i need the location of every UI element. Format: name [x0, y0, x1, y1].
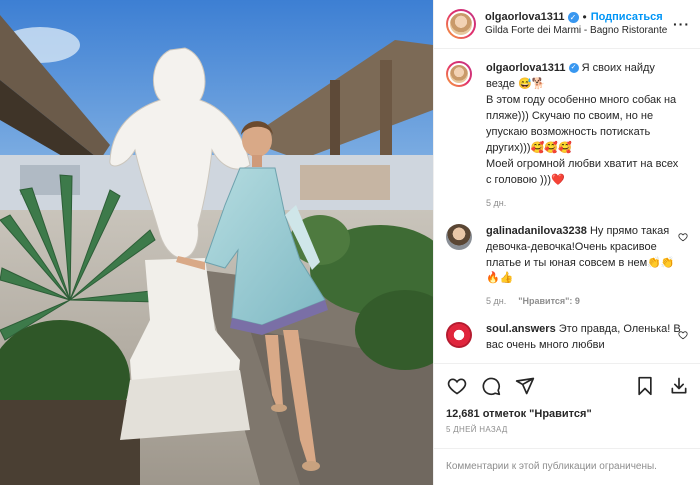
likes-count[interactable]: 12,681 отметок "Нравится" — [434, 408, 700, 420]
comment-time[interactable]: 5 дн. — [486, 295, 506, 308]
download-icon[interactable] — [668, 375, 690, 397]
like-comment-heart-icon[interactable] — [678, 330, 688, 340]
post-sidebar: olgaorlova1311 ✓ • Подписаться Gilda For… — [433, 0, 700, 485]
post-location[interactable]: Gilda Forte dei Marmi - Bagno Ristorante — [485, 25, 667, 38]
caption-time[interactable]: 5 дн. — [486, 197, 506, 210]
comment-username[interactable]: galinadanilova3238 — [486, 225, 587, 237]
caption-line-3: Моей огромной любви хватит на всех с гол… — [486, 157, 679, 186]
more-options-icon[interactable]: ··· — [673, 16, 690, 32]
caption: olgaorlova1311 ✓ Я своих найду везде 😅🐕 … — [446, 61, 690, 210]
caption-avatar[interactable] — [446, 61, 472, 88]
like-comment-heart-icon[interactable] — [678, 232, 688, 242]
comment-item: galinadanilova3238 Ну прямо такая девочк… — [446, 223, 690, 309]
author-avatar[interactable] — [446, 9, 476, 40]
action-bar — [434, 362, 700, 408]
comment-bubble-icon[interactable] — [480, 375, 502, 397]
verified-badge-icon: ✓ — [567, 12, 579, 24]
post-photo[interactable] — [0, 0, 433, 485]
header-separator: • — [582, 10, 587, 25]
comment-likes[interactable]: "Нравится": 9 — [518, 295, 580, 308]
save-bookmark-icon[interactable] — [634, 375, 656, 397]
comments-list: olgaorlova1311 ✓ Я своих найду везде 😅🐕 … — [434, 49, 700, 362]
author-username[interactable]: olgaorlova1311 — [485, 11, 565, 25]
share-paper-plane-icon[interactable] — [514, 375, 536, 397]
follow-button[interactable]: Подписаться — [591, 11, 663, 25]
comment-avatar[interactable] — [446, 223, 472, 250]
caption-line-2: В этом году особенно много собак на пляж… — [486, 93, 677, 154]
comment-avatar[interactable] — [446, 322, 472, 349]
caption-username[interactable]: olgaorlova1311 — [486, 62, 566, 74]
comment-item: soul.answers Это правда, Оленька! В вас … — [446, 322, 690, 354]
instagram-post-modal: olgaorlova1311 ✓ • Подписаться Gilda For… — [0, 0, 700, 485]
post-header: olgaorlova1311 ✓ • Подписаться Gilda For… — [434, 0, 700, 50]
verified-small-icon: ✓ — [568, 63, 579, 74]
photo-illustration — [0, 0, 433, 485]
comment-username[interactable]: soul.answers — [486, 323, 556, 335]
comments-restricted-notice: Комментарии к этой публикации ограничены… — [434, 447, 700, 485]
like-heart-icon[interactable] — [446, 375, 468, 397]
post-date[interactable]: 5 ДНЕЙ НАЗАД — [434, 420, 700, 434]
